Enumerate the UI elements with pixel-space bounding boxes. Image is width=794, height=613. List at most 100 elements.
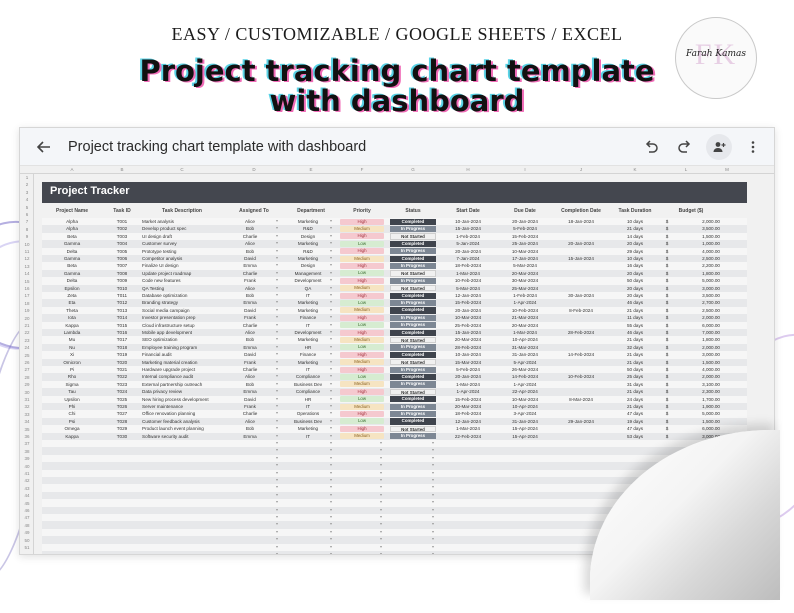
priority-badge[interactable]: Medium xyxy=(340,337,384,344)
dropdown-arrow-icon[interactable]: ▾ xyxy=(330,359,332,366)
table-cell[interactable]: David xyxy=(224,351,276,358)
table-row[interactable]: Upsilon T025 New hiring process developmen… xyxy=(42,395,747,403)
dropdown-arrow-icon[interactable]: ▾ xyxy=(380,470,382,477)
dropdown-arrow-icon[interactable]: ▾ xyxy=(276,307,278,314)
priority-badge[interactable]: High xyxy=(340,411,384,418)
table-cell[interactable]: $ xyxy=(662,418,672,425)
table-cell[interactable]: 1-Apr-2024 xyxy=(498,381,552,388)
table-cell[interactable] xyxy=(554,285,608,292)
status-badge[interactable]: In Progress xyxy=(390,277,436,285)
priority-badge[interactable]: High xyxy=(340,233,384,240)
table-cell[interactable]: $ xyxy=(662,314,672,321)
table-cell[interactable]: Kappa xyxy=(42,433,102,440)
dropdown-arrow-icon[interactable]: ▾ xyxy=(276,225,278,232)
dropdown-arrow-icon[interactable]: ▾ xyxy=(380,536,382,543)
table-cell[interactable]: Beta xyxy=(42,233,102,240)
table-cell[interactable] xyxy=(554,322,608,329)
table-cell[interactable]: Develop product spec xyxy=(142,225,222,232)
table-cell[interactable]: Phi xyxy=(42,403,102,410)
table-cell[interactable]: Emma xyxy=(224,299,276,306)
dropdown-arrow-icon[interactable]: ▾ xyxy=(276,447,278,454)
table-cell[interactable]: $ xyxy=(662,322,672,329)
table-cell[interactable]: T022 xyxy=(104,373,140,380)
row-number[interactable]: 14 xyxy=(20,270,34,277)
table-cell[interactable]: T016 xyxy=(104,329,140,336)
table-cell[interactable]: 2,000.00 xyxy=(674,344,720,351)
column-letter[interactable]: A xyxy=(42,166,102,174)
dropdown-arrow-icon[interactable]: ▾ xyxy=(330,388,332,395)
dropdown-arrow-icon[interactable]: ▾ xyxy=(432,477,434,484)
table-cell[interactable]: 20-Jan-2024 xyxy=(440,307,496,314)
table-cell[interactable]: 20 days xyxy=(610,292,660,299)
table-cell[interactable]: Finance xyxy=(286,314,330,321)
dropdown-arrow-icon[interactable]: ▾ xyxy=(432,499,434,506)
table-cell[interactable]: 31-Jan-2024 xyxy=(498,418,552,425)
table-cell[interactable]: T001 xyxy=(104,218,140,225)
table-cell[interactable]: 2,500.00 xyxy=(674,255,720,262)
dropdown-arrow-icon[interactable]: ▾ xyxy=(330,551,332,554)
table-cell[interactable]: Beta xyxy=(42,262,102,269)
dropdown-arrow-icon[interactable]: ▾ xyxy=(276,433,278,440)
table-cell[interactable]: Emma xyxy=(224,262,276,269)
column-letter[interactable]: L xyxy=(662,166,710,174)
row-number[interactable]: 32 xyxy=(20,403,34,410)
table-row[interactable]: Xi T019 Financial audit David ▾ Finance ▾ High C… xyxy=(42,351,747,359)
table-cell[interactable]: T023 xyxy=(104,381,140,388)
table-cell[interactable]: Zeta xyxy=(42,292,102,299)
dropdown-arrow-icon[interactable]: ▾ xyxy=(380,492,382,499)
status-badge[interactable]: Completed xyxy=(390,218,436,225)
status-badge[interactable]: In Progress xyxy=(390,344,436,351)
table-cell[interactable]: $ xyxy=(662,240,672,247)
table-cell[interactable]: T017 xyxy=(104,336,140,343)
add-person-icon[interactable] xyxy=(706,133,732,160)
table-cell[interactable]: Branding strategy xyxy=(142,299,222,306)
dropdown-arrow-icon[interactable]: ▾ xyxy=(276,440,278,447)
dropdown-arrow-icon[interactable]: ▾ xyxy=(330,410,332,417)
table-cell[interactable]: $ xyxy=(662,344,672,351)
status-badge[interactable]: Completed xyxy=(390,329,436,336)
table-cell[interactable]: Employee training program xyxy=(142,344,222,351)
status-badge[interactable]: Not Started xyxy=(390,388,436,396)
empty-table-row[interactable]: ▾ ▾ ▾ ▾ xyxy=(42,462,747,470)
table-cell[interactable]: 15-Mar-2024 xyxy=(440,359,496,366)
table-cell[interactable]: 10-Feb-2024 xyxy=(498,307,552,314)
table-cell[interactable] xyxy=(554,381,608,388)
row-number[interactable]: 24 xyxy=(20,344,34,351)
table-cell[interactable]: 1-Mar-2024 xyxy=(498,329,552,336)
table-cell[interactable]: 8-Mar-2024 xyxy=(554,396,608,403)
column-letter[interactable]: M xyxy=(712,166,742,174)
status-badge[interactable]: In Progress xyxy=(390,248,436,255)
table-cell[interactable]: Bob xyxy=(224,425,276,432)
table-cell[interactable]: Customer survey xyxy=(142,240,222,247)
table-cell[interactable]: 1-Feb-2024 xyxy=(498,292,552,299)
table-cell[interactable]: 1-Mar-2024 xyxy=(440,425,496,432)
table-cell[interactable]: T019 xyxy=(104,351,140,358)
dropdown-arrow-icon[interactable]: ▾ xyxy=(276,507,278,514)
table-cell[interactable]: Pi xyxy=(42,366,102,373)
priority-badge[interactable]: Low xyxy=(340,374,384,381)
table-cell[interactable] xyxy=(554,248,608,255)
table-cell[interactable]: 1,500.00 xyxy=(674,233,720,240)
column-letter[interactable]: D xyxy=(224,166,284,174)
dropdown-arrow-icon[interactable]: ▾ xyxy=(330,255,332,262)
row-number[interactable]: 6 xyxy=(20,211,34,218)
status-badge[interactable]: In Progress xyxy=(390,225,436,233)
row-number[interactable]: 39 xyxy=(20,455,34,462)
empty-table-row[interactable]: ▾ ▾ ▾ ▾ xyxy=(42,447,747,455)
table-cell[interactable]: 20 days xyxy=(610,240,660,247)
table-cell[interactable] xyxy=(554,270,608,277)
dropdown-arrow-icon[interactable]: ▾ xyxy=(276,381,278,388)
table-cell[interactable]: Sigma xyxy=(42,381,102,388)
empty-table-row[interactable]: ▾ ▾ ▾ ▾ xyxy=(42,454,747,463)
table-cell[interactable]: 29-Jan-2024 xyxy=(554,418,608,425)
table-row[interactable]: Beta T003 UI design draft Charlie ▾ Design ▾ Hi… xyxy=(42,232,747,241)
table-cell[interactable]: Emma xyxy=(224,433,276,440)
dropdown-arrow-icon[interactable]: ▾ xyxy=(330,373,332,380)
table-cell[interactable]: 46 days xyxy=(610,299,660,306)
table-cell[interactable]: 3,500.00 xyxy=(674,292,720,299)
dropdown-arrow-icon[interactable]: ▾ xyxy=(380,462,382,469)
table-cell[interactable]: 3,100.00 xyxy=(674,381,720,388)
table-cell[interactable]: 25-Jan-2024 xyxy=(498,240,552,247)
table-cell[interactable]: Frank xyxy=(224,359,276,366)
table-cell[interactable]: 1-Mar-2024 xyxy=(440,270,496,277)
